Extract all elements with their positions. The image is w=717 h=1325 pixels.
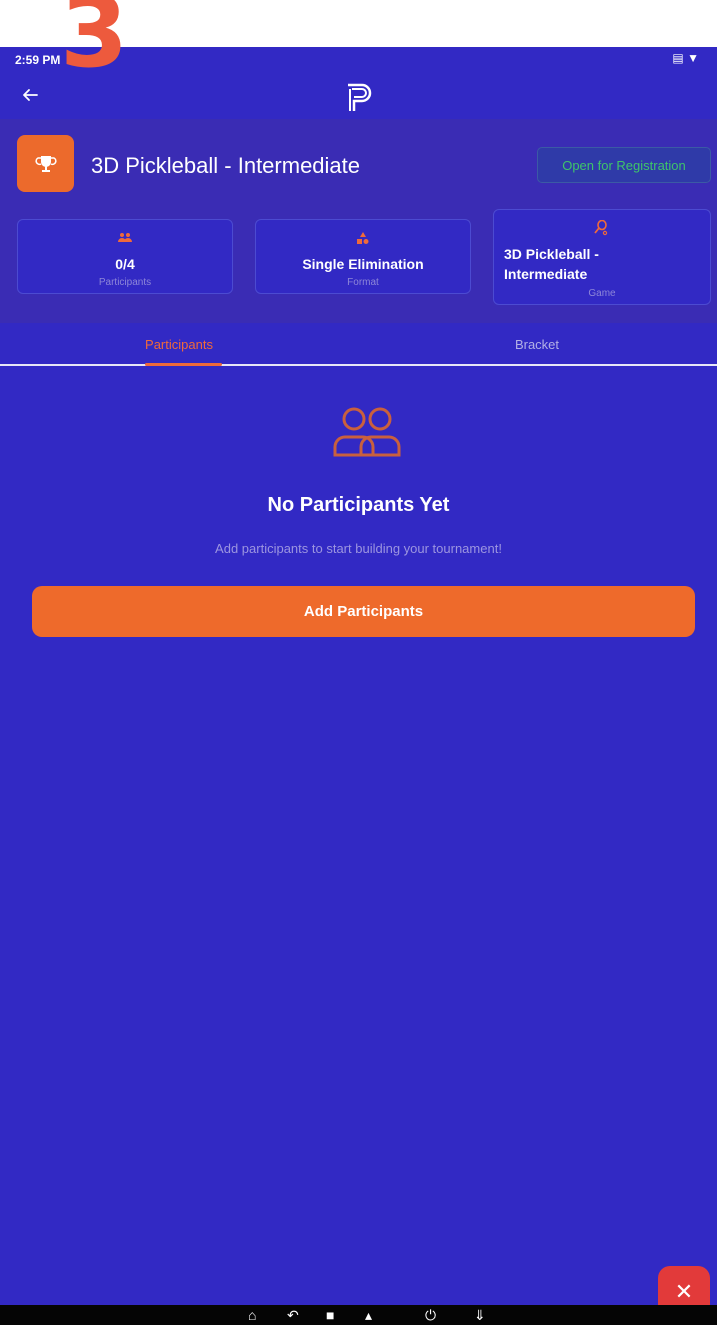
empty-state-subtitle: Add participants to start building your … xyxy=(215,541,502,556)
close-icon[interactable]: ✕ xyxy=(658,1266,710,1305)
system-nav-bar: ⌂ ↶ ■ ▴ ⏻ ⇓ xyxy=(0,1305,717,1325)
arrow-left-icon[interactable] xyxy=(16,81,44,109)
wifi-icon: ▼ xyxy=(687,51,699,65)
recents-icon[interactable]: ■ xyxy=(326,1306,334,1324)
format-label: Format xyxy=(347,277,379,288)
status-badge: Open for Registration xyxy=(537,147,711,183)
people-icon xyxy=(18,232,232,242)
active-tab-indicator xyxy=(145,363,222,366)
game-label: Game xyxy=(588,288,616,299)
volume-icon[interactable]: ▴ xyxy=(365,1306,372,1324)
game-card: 3D Pickleball - Intermediate Game xyxy=(493,209,711,305)
two-people-outline-icon xyxy=(333,407,401,457)
shapes-icon xyxy=(256,232,470,244)
participants-label: Participants xyxy=(98,277,152,288)
game-value: 3D Pickleball - Intermediate xyxy=(504,246,599,282)
trophy-icon xyxy=(17,135,74,192)
tournament-title: 3D Pickleball - Intermediate xyxy=(91,153,361,178)
app-logo-p-icon xyxy=(348,83,372,111)
format-value: Single Elimination xyxy=(302,256,424,272)
home-icon[interactable]: ⌂ xyxy=(248,1306,256,1324)
tab-participants[interactable]: Participants xyxy=(0,323,358,366)
app-screen: 2:59 PM ✔⊘⛨ ▤ ▼ 3D Pickleball - Intermed… xyxy=(0,47,717,1305)
status-icons-right: ▤ ▼ xyxy=(672,51,699,65)
paddle-icon xyxy=(494,220,710,236)
participants-card: 0/4 Participants xyxy=(17,219,233,294)
format-card: Single Elimination Format xyxy=(255,219,471,294)
tab-bar: Participants Bracket xyxy=(0,323,717,366)
expand-icon[interactable]: ⇓ xyxy=(474,1306,486,1324)
add-participants-button[interactable]: Add Participants xyxy=(32,586,695,637)
empty-state-title: No Participants Yet xyxy=(267,494,450,516)
step-number-overlay: 3 xyxy=(60,0,129,90)
status-time: 2:59 PM xyxy=(15,53,61,67)
tab-bracket[interactable]: Bracket xyxy=(358,323,716,366)
back-icon[interactable]: ↶ xyxy=(287,1306,299,1324)
participants-count: 0/4 xyxy=(115,256,135,272)
cast-icon: ▤ xyxy=(672,51,684,65)
power-icon[interactable]: ⏻ xyxy=(425,1306,436,1324)
tournament-header: 3D Pickleball - Intermediate Open for Re… xyxy=(0,119,717,323)
